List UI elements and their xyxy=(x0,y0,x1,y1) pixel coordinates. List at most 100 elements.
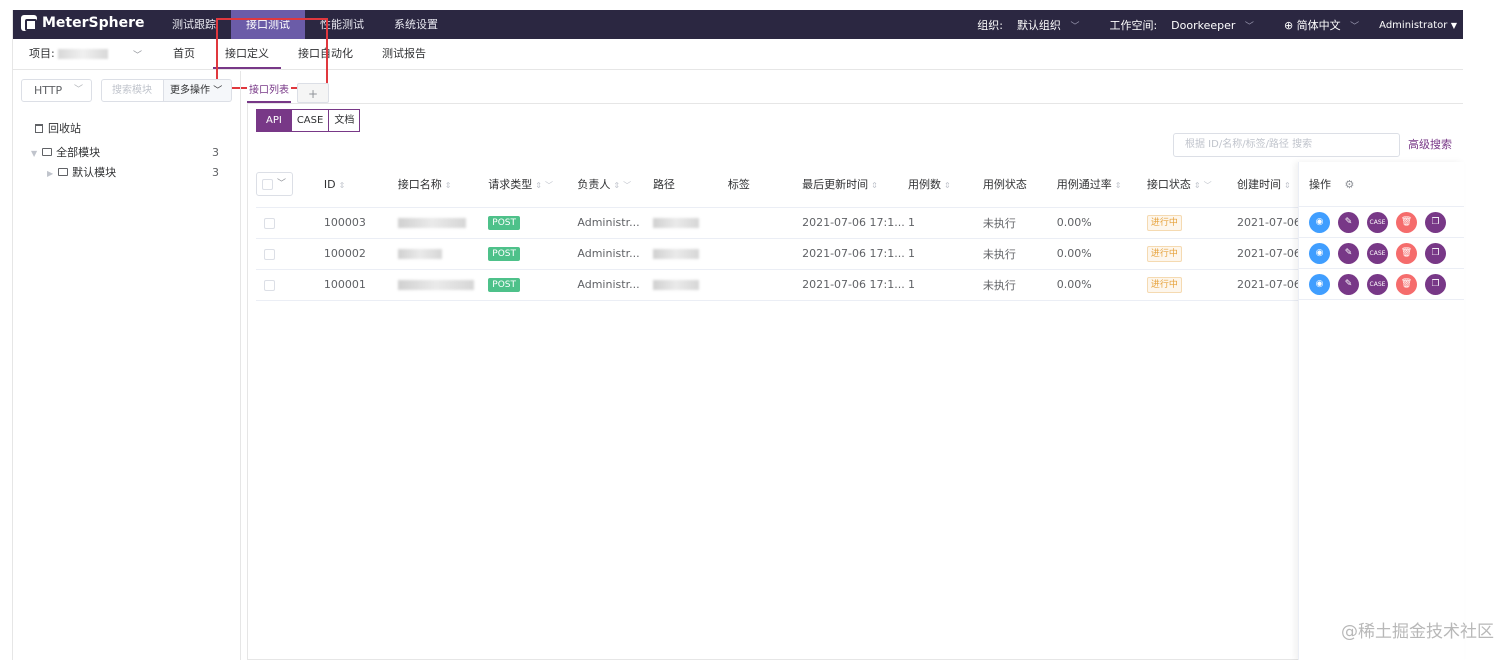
mode-api-button[interactable]: API xyxy=(256,109,292,132)
more-ops-label: 更多操作 xyxy=(170,85,210,96)
delete-icon[interactable]: 🗑 xyxy=(1396,242,1417,264)
col-id[interactable]: ID ⇕ xyxy=(323,162,398,208)
chevron-down-icon[interactable]: ﹀ xyxy=(133,48,142,61)
cell-pass-rate: 0.00% xyxy=(1056,269,1147,301)
filter-icon[interactable]: ﹀ xyxy=(623,181,631,190)
workspace-selector[interactable]: 工作空间: Doorkeeper ﹀ xyxy=(1109,17,1253,33)
row-checkbox[interactable] xyxy=(264,248,275,260)
edit-icon[interactable]: ✎ xyxy=(1338,273,1359,295)
sort-icon[interactable]: ⇕ xyxy=(445,181,452,190)
col-owner-label: 负责人 xyxy=(577,178,611,192)
module-tree: 回收站 ▼ 全部模块 3 ▶ 默认模块 3 xyxy=(31,118,231,184)
col-api-status[interactable]: 接口状态 ⇕ ﹀ xyxy=(1146,162,1237,208)
mode-doc-button[interactable]: 文档 xyxy=(329,109,361,132)
case-button[interactable]: CASE xyxy=(1367,242,1388,264)
chevron-down-icon: ﹀ xyxy=(73,85,83,95)
delete-icon[interactable]: 🗑 xyxy=(1396,273,1417,295)
col-case-count[interactable]: 用例数 ⇕ xyxy=(907,162,983,208)
module-search-input[interactable]: 搜索模块 xyxy=(101,79,164,102)
cell-path xyxy=(652,238,728,270)
row-checkbox-cell[interactable] xyxy=(256,207,324,239)
add-tab-button[interactable]: + xyxy=(297,83,329,103)
col-updated[interactable]: 最后更新时间 ⇕ xyxy=(802,162,908,208)
chevron-down-icon: ﹀ xyxy=(213,86,223,96)
tab-api-list[interactable]: 接口列表 xyxy=(247,81,291,103)
table-row[interactable]: 100002 POST Administr... 2021-07-06 17:1… xyxy=(256,238,1301,270)
redacted-text xyxy=(397,249,442,259)
cell-owner: Administr... xyxy=(577,207,653,239)
advanced-search-link[interactable]: 高级搜索 xyxy=(1408,133,1452,157)
sort-icon[interactable]: ⇕ xyxy=(339,181,346,190)
cell-case-status: 未执行 xyxy=(982,238,1057,270)
col-owner[interactable]: 负责人 ⇕ ﹀ xyxy=(577,162,653,208)
menu-api-test[interactable]: 接口测试 xyxy=(231,10,305,39)
filter-icon[interactable]: ﹀ xyxy=(1204,181,1212,190)
tree-node-default-module[interactable]: ▶ 默认模块 3 xyxy=(31,162,231,184)
caret-down-icon[interactable]: ▼ xyxy=(31,149,37,158)
more-operations-button[interactable]: 更多操作 ﹀ xyxy=(164,79,232,102)
edit-icon[interactable]: ✎ xyxy=(1338,242,1359,264)
col-name[interactable]: 接口名称 ⇕ xyxy=(397,162,489,208)
project-selector[interactable]: 项目: xyxy=(29,39,109,69)
delete-icon[interactable]: 🗑 xyxy=(1396,211,1417,233)
sort-icon[interactable]: ⇕ xyxy=(1194,181,1201,190)
redacted-text xyxy=(652,218,699,228)
submenu-api-automation[interactable]: 接口自动化 xyxy=(285,39,366,69)
gear-icon[interactable]: ⚙ xyxy=(1345,178,1355,191)
submenu-test-report[interactable]: 测试报告 xyxy=(366,39,442,69)
org-selector[interactable]: 组织: 默认组织 ﹀ xyxy=(977,17,1079,33)
edit-icon[interactable]: ✎ xyxy=(1338,211,1359,233)
case-button[interactable]: CASE xyxy=(1367,273,1388,295)
row-checkbox[interactable] xyxy=(264,217,275,229)
all-modules-label: 全部模块 xyxy=(56,146,101,159)
row-checkbox-cell[interactable] xyxy=(256,269,324,301)
case-button[interactable]: CASE xyxy=(1367,211,1388,233)
caret-down-icon: ▼ xyxy=(1450,21,1457,30)
filter-icon[interactable]: ﹀ xyxy=(545,181,553,190)
select-all-header[interactable]: ﹀ xyxy=(256,162,324,208)
sort-icon[interactable]: ⇕ xyxy=(871,181,878,190)
table-row[interactable]: 100001 POST Administr... 2021-07-06 17:1… xyxy=(256,269,1301,301)
api-search-input[interactable]: 根据 ID/名称/标签/路径 搜索 xyxy=(1173,133,1400,157)
language-selector[interactable]: ⊕ 简体中文 ﹀ xyxy=(1284,17,1359,33)
copy-icon[interactable]: ❐ xyxy=(1425,242,1446,264)
submenu-home[interactable]: 首页 xyxy=(159,39,209,69)
sort-icon[interactable]: ⇕ xyxy=(944,181,951,190)
chevron-down-icon: ﹀ xyxy=(1070,21,1080,32)
sub-navbar: 项目: ﹀ 首页 接口定义 接口自动化 测试报告 xyxy=(13,39,1463,70)
run-icon[interactable]: ◉ xyxy=(1309,242,1330,264)
sort-icon[interactable]: ⇕ xyxy=(613,181,620,190)
col-pass-rate[interactable]: 用例通过率 ⇕ xyxy=(1056,162,1147,208)
recycle-bin-node[interactable]: 回收站 xyxy=(31,118,231,140)
menu-test-track[interactable]: 测试跟踪 xyxy=(157,10,231,39)
protocol-select[interactable]: HTTP ﹀ xyxy=(21,79,92,102)
menu-performance-test[interactable]: 性能测试 xyxy=(305,10,379,39)
sort-icon[interactable]: ⇕ xyxy=(535,181,542,190)
menu-system-settings[interactable]: 系统设置 xyxy=(379,10,453,39)
run-icon[interactable]: ◉ xyxy=(1309,211,1330,233)
caret-right-icon[interactable]: ▶ xyxy=(47,169,53,178)
table-row[interactable]: 100003 POST Administr... 2021-07-06 17:1… xyxy=(256,207,1301,239)
row-checkbox[interactable] xyxy=(264,279,275,291)
run-icon[interactable]: ◉ xyxy=(1309,273,1330,295)
col-case-count-label: 用例数 xyxy=(907,178,941,192)
api-table: ﹀ ID ⇕ 接口名称 ⇕ 请求类型 ⇕ ﹀ 负责人 ⇕ ﹀ 路径 标签 最后更新时间 ⇕ 用… xyxy=(256,162,1301,301)
logo[interactable]: MeterSphere xyxy=(21,15,144,31)
copy-icon[interactable]: ❐ xyxy=(1425,273,1446,295)
cell-id: 100001 xyxy=(323,269,398,301)
tree-node-all-modules[interactable]: ▼ 全部模块 3 xyxy=(31,142,231,164)
sort-icon[interactable]: ⇕ xyxy=(1284,181,1291,190)
col-method[interactable]: 请求类型 ⇕ ﹀ xyxy=(488,162,578,208)
copy-icon[interactable]: ❐ xyxy=(1425,211,1446,233)
row-checkbox-cell[interactable] xyxy=(256,238,324,270)
status-badge: 进行中 xyxy=(1146,214,1182,231)
sort-icon[interactable]: ⇕ xyxy=(1115,181,1122,190)
mode-case-button[interactable]: CASE xyxy=(291,109,330,132)
cell-tags xyxy=(727,238,803,270)
select-all-dropdown[interactable]: ﹀ xyxy=(256,172,293,197)
col-created[interactable]: 创建时间 ⇕ xyxy=(1236,162,1301,208)
submenu-api-definition[interactable]: 接口定义 xyxy=(209,39,285,69)
top-right-controls: 组织: 默认组织 ﹀ 工作空间: Doorkeeper ﹀ ⊕ 简体中文 ﹀ A… xyxy=(977,10,1457,39)
col-pass-rate-label: 用例通过率 xyxy=(1056,178,1112,192)
user-menu[interactable]: Administrator ▼ xyxy=(1379,18,1457,31)
